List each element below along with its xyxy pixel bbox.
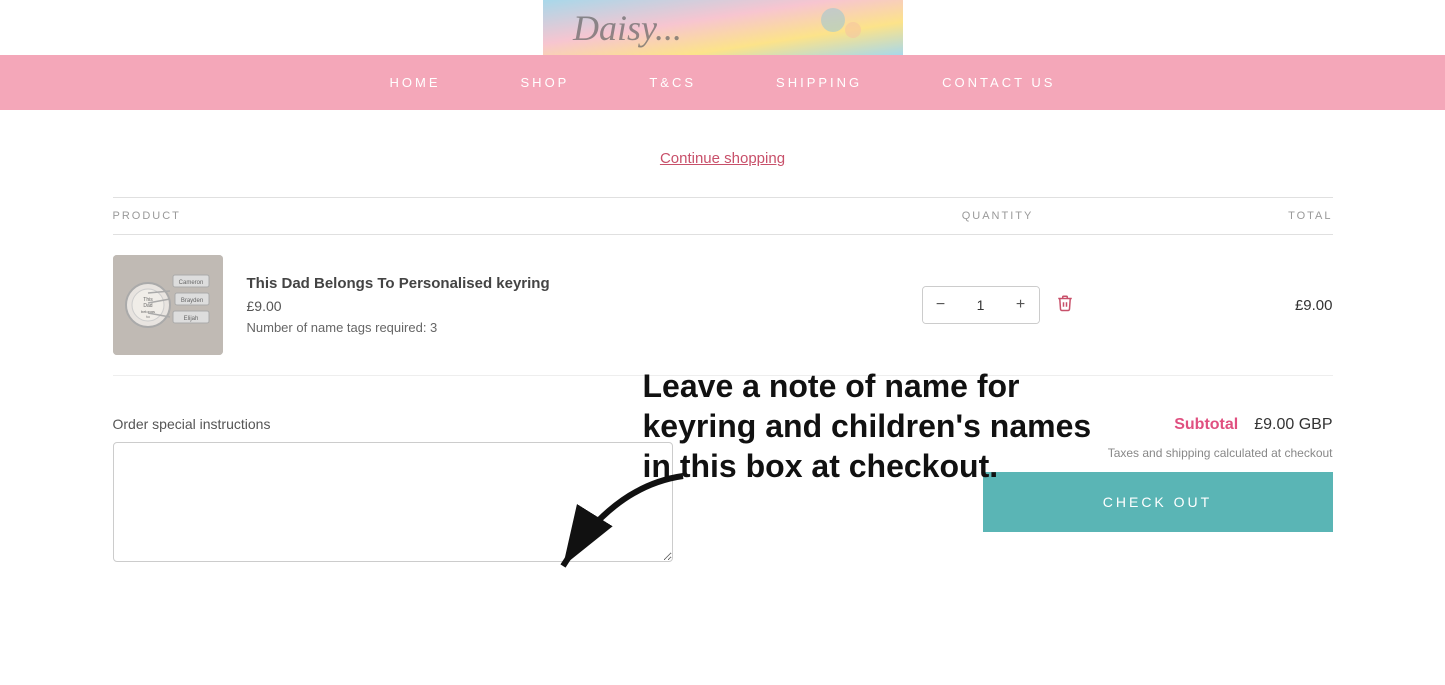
- nav-shipping[interactable]: SHIPPING: [776, 75, 862, 90]
- item-price: £9.00: [247, 298, 813, 314]
- nav-home[interactable]: HOME: [390, 75, 441, 90]
- taxes-note: Taxes and shipping calculated at checkou…: [1108, 446, 1333, 460]
- col-header-quantity: QUANTITY: [813, 210, 1183, 222]
- logo: Daisy...: [543, 0, 903, 55]
- item-total: £9.00: [1183, 297, 1333, 314]
- bottom-section: Leave a note of name for keyring and chi…: [113, 376, 1333, 627]
- svg-text:Daisy...: Daisy...: [572, 8, 682, 48]
- item-quantity-col: − 1 +: [813, 286, 1183, 324]
- cart-headers: PRODUCT QUANTITY TOTAL: [113, 197, 1333, 235]
- main-content: Continue shopping PRODUCT QUANTITY TOTAL…: [73, 110, 1373, 627]
- subtotal-amount: £9.00 GBP: [1254, 416, 1332, 434]
- nav-contact[interactable]: CONTACT US: [942, 75, 1055, 90]
- delete-item-button[interactable]: [1056, 294, 1074, 317]
- continue-shopping-row: Continue shopping: [113, 110, 1333, 197]
- svg-text:Brayden: Brayden: [180, 298, 202, 304]
- col-header-total: TOTAL: [1183, 210, 1333, 222]
- item-note: Number of name tags required: 3: [247, 320, 813, 335]
- checkout-button[interactable]: CHECK OUT: [983, 472, 1333, 532]
- svg-text:Elijah: Elijah: [183, 316, 198, 322]
- item-image: This Dad belongs to Cameron Brayden Elij…: [113, 255, 223, 355]
- quantity-decrease-button[interactable]: −: [923, 287, 959, 323]
- special-instructions-textarea[interactable]: [113, 442, 673, 562]
- quantity-control: − 1 +: [922, 286, 1040, 324]
- cart-item-row: This Dad belongs to Cameron Brayden Elij…: [113, 235, 1333, 376]
- main-nav: HOME SHOP T&CS SHIPPING CONTACT US: [0, 55, 1445, 110]
- svg-text:Cameron: Cameron: [178, 280, 203, 286]
- continue-shopping-link[interactable]: Continue shopping: [660, 150, 785, 167]
- quantity-value: 1: [959, 287, 1003, 323]
- special-instructions-label: Order special instructions: [113, 416, 673, 432]
- item-product-col: This Dad belongs to Cameron Brayden Elij…: [113, 255, 813, 355]
- subtotal-row: Subtotal £9.00 GBP: [1174, 416, 1332, 434]
- item-details: This Dad Belongs To Personalised keyring…: [247, 275, 813, 335]
- subtotal-label: Subtotal: [1174, 416, 1238, 434]
- special-instructions-col: Order special instructions: [113, 416, 673, 567]
- quantity-increase-button[interactable]: +: [1003, 287, 1039, 323]
- item-name: This Dad Belongs To Personalised keyring: [247, 275, 813, 292]
- nav-shop[interactable]: SHOP: [521, 75, 570, 90]
- checkout-col: Subtotal £9.00 GBP Taxes and shipping ca…: [713, 416, 1333, 532]
- logo-area: Daisy...: [0, 0, 1445, 55]
- col-header-product: PRODUCT: [113, 210, 813, 222]
- nav-tcs[interactable]: T&CS: [649, 75, 696, 90]
